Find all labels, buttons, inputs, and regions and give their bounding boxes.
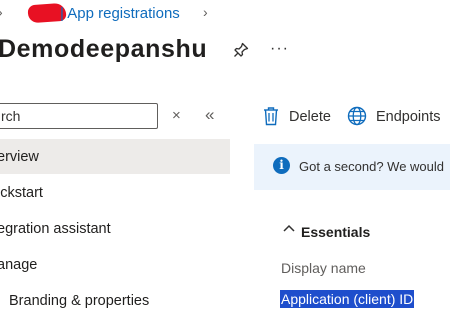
collapse-sidebar-icon[interactable]: «: [205, 105, 214, 125]
endpoints-button[interactable]: Endpoints: [376, 109, 441, 125]
sidebar-item-quickstart[interactable]: ickstart: [0, 175, 43, 211]
globe-icon[interactable]: [347, 106, 367, 126]
page-title: Demodeepanshu: [0, 35, 208, 63]
chevron-up-icon[interactable]: [282, 222, 296, 234]
search-input[interactable]: [0, 103, 158, 129]
sidebar-item-overview[interactable]: erview: [0, 139, 39, 175]
delete-button[interactable]: Delete: [289, 109, 331, 125]
application-client-id-label: Application (client) ID: [280, 290, 415, 308]
breadcrumb-link-app-registrations[interactable]: App registrations: [67, 5, 180, 22]
breadcrumb-separator: |: [60, 5, 64, 22]
breadcrumb: | App registrations: [60, 5, 180, 22]
sidebar-section-manage: anage: [0, 257, 38, 273]
sidebar-item-integration-assistant[interactable]: egration assistant: [0, 211, 111, 247]
display-name-label: Display name: [281, 260, 366, 276]
banner-message: Got a second? We would: [299, 159, 445, 174]
breadcrumb-chevron: ›: [0, 4, 3, 20]
pin-icon[interactable]: [233, 42, 249, 58]
breadcrumb-chevron: ›: [203, 4, 208, 20]
sidebar-item-branding-properties[interactable]: Branding & properties: [9, 283, 149, 319]
essentials-toggle[interactable]: Essentials: [301, 224, 370, 240]
info-icon: i: [273, 157, 290, 174]
more-options-button[interactable]: ···: [270, 40, 289, 58]
clear-icon[interactable]: ×: [172, 107, 181, 124]
trash-icon[interactable]: [262, 106, 280, 126]
